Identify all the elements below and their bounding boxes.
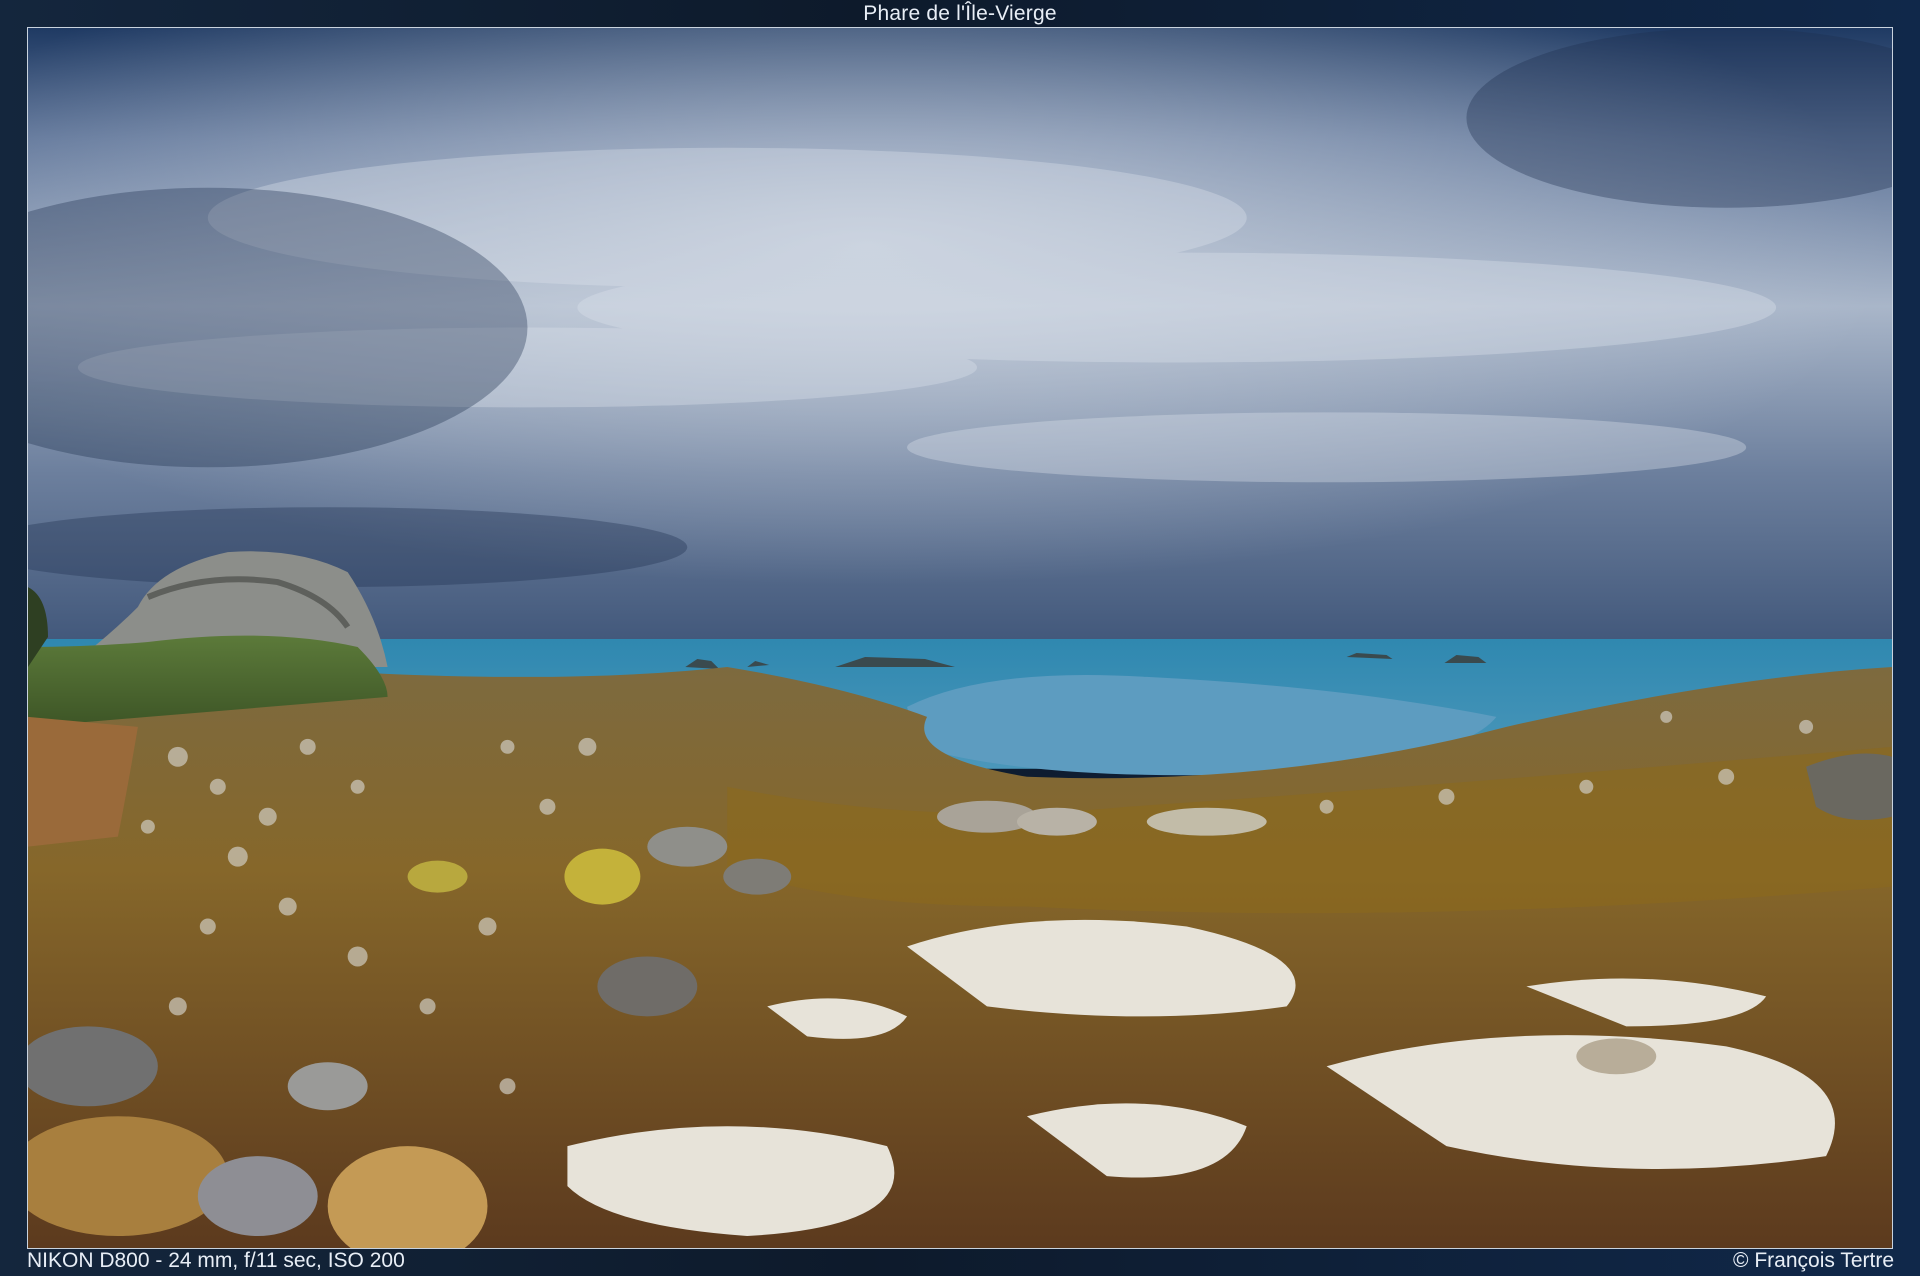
copyright-caption: © François Tertre: [1733, 1249, 1894, 1272]
coastal-scene-illustration: [28, 28, 1892, 1248]
photo-frame: Phare de l'Île-Vierge NIKON D800 - 24 mm…: [0, 0, 1920, 1276]
landscape-photo: [27, 27, 1893, 1249]
photo-title: Phare de l'Île-Vierge: [863, 2, 1057, 25]
exif-caption: NIKON D800 - 24 mm, f/11 sec, ISO 200: [27, 1249, 405, 1272]
